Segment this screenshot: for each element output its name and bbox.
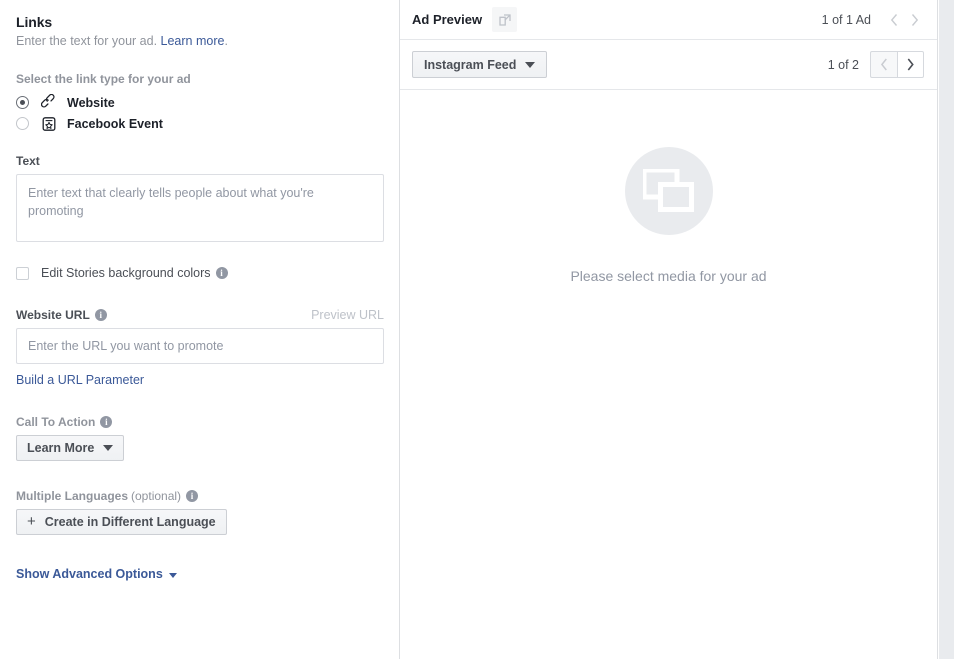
radio-label-website: Website	[67, 95, 115, 110]
radio-option-facebook-event[interactable]: Facebook Event	[16, 113, 383, 134]
placement-count-label: 1 of 2	[827, 57, 859, 72]
multiple-languages-group: Multiple Languages (optional) i + Create…	[16, 488, 383, 535]
info-icon-multiple-languages[interactable]: i	[186, 490, 199, 502]
call-to-action-dropdown[interactable]: Learn More	[16, 435, 125, 461]
info-icon-stories[interactable]: i	[215, 267, 228, 279]
ad-text-input[interactable]: Enter text that clearly tells people abo…	[16, 174, 384, 242]
subtitle-text: Enter the text for your ad.	[16, 34, 158, 48]
call-to-action-text: Call To Action	[16, 415, 96, 429]
chain-link-icon	[40, 94, 58, 112]
website-url-header: Website URL i Preview URL	[16, 307, 384, 323]
info-icon-website-url[interactable]: i	[94, 309, 107, 321]
stories-background-checkbox[interactable]	[16, 266, 29, 280]
ad-preview-header: Ad Preview 1 of 1 Ad	[400, 0, 937, 40]
multiple-languages-optional: (optional)	[131, 489, 182, 503]
show-advanced-options-label: Show Advanced Options	[16, 567, 163, 581]
learn-more-link[interactable]: Learn more	[161, 34, 225, 48]
prev-ad-arrow-icon[interactable]	[884, 8, 904, 32]
ad-count-label: 1 of 1 Ad	[821, 12, 871, 27]
radio-facebook-event[interactable]	[16, 117, 29, 130]
page-subtitle: Enter the text for your ad. Learn more.	[16, 33, 383, 49]
stories-background-text: Edit Stories background colors	[41, 266, 211, 280]
call-to-action-group: Call To Action i Learn More	[16, 414, 383, 461]
text-field-group: Text Enter text that clearly tells peopl…	[16, 153, 384, 242]
ad-links-editor: Links Enter the text for your ad. Learn …	[0, 0, 954, 659]
empty-state-message: Please select media for your ad	[570, 268, 767, 284]
radio-option-website[interactable]: Website	[16, 92, 383, 113]
call-to-action-value: Learn More	[27, 441, 95, 455]
chevron-down-icon	[103, 445, 114, 451]
links-form-panel: Links Enter the text for your ad. Learn …	[0, 0, 400, 659]
stories-background-row[interactable]: Edit Stories background colors i	[16, 265, 383, 281]
chevron-down-icon-placement	[525, 61, 536, 68]
plus-icon: +	[27, 512, 36, 530]
placement-dropdown[interactable]: Instagram Feed	[412, 51, 548, 78]
text-label: Text	[16, 154, 40, 168]
radio-website[interactable]	[16, 96, 29, 109]
radio-label-facebook-event: Facebook Event	[67, 116, 163, 131]
info-icon-call-to-action[interactable]: i	[100, 416, 113, 428]
ad-preview-title: Ad Preview	[412, 12, 483, 27]
event-star-icon	[40, 115, 58, 133]
ad-preview-empty-state: Please select media for your ad	[400, 90, 937, 658]
website-url-label: Website URL i	[16, 307, 107, 323]
show-advanced-options-link[interactable]: Show Advanced Options	[16, 567, 177, 581]
website-url-text: Website URL	[16, 308, 90, 322]
build-url-parameter-link[interactable]: Build a URL Parameter	[16, 373, 144, 387]
link-type-label: Select the link type for your ad	[16, 72, 191, 86]
website-url-input[interactable]: Enter the URL you want to promote	[16, 328, 384, 364]
chevron-down-small-icon	[168, 572, 177, 578]
right-background-strip	[939, 0, 954, 659]
next-placement-button[interactable]	[897, 51, 924, 78]
create-different-language-button[interactable]: + Create in Different Language	[16, 509, 227, 535]
open-in-new-window-icon[interactable]	[492, 7, 518, 32]
preview-url-link[interactable]: Preview URL	[311, 308, 384, 322]
link-type-radio-group: Website Facebook Event	[16, 92, 383, 134]
page-title: Links	[16, 14, 53, 30]
media-placeholder-icon	[624, 147, 713, 235]
ad-preview-panel: Ad Preview 1 of 1 Ad Instagram Feed 1 of…	[400, 0, 938, 659]
multiple-languages-label: Multiple Languages (optional) i	[16, 488, 383, 504]
next-ad-arrow-icon[interactable]	[904, 8, 924, 32]
placement-value: Instagram Feed	[424, 57, 517, 72]
multiple-languages-text: Multiple Languages	[16, 489, 129, 503]
stories-background-label: Edit Stories background colors i	[41, 265, 228, 281]
create-different-language-label: Create in Different Language	[44, 515, 216, 529]
prev-placement-button[interactable]	[870, 51, 897, 78]
placement-selector-bar: Instagram Feed 1 of 2	[400, 40, 937, 90]
ad-nav-arrows	[884, 8, 924, 32]
subtitle-period: .	[224, 34, 228, 48]
call-to-action-label: Call To Action i	[16, 414, 383, 430]
